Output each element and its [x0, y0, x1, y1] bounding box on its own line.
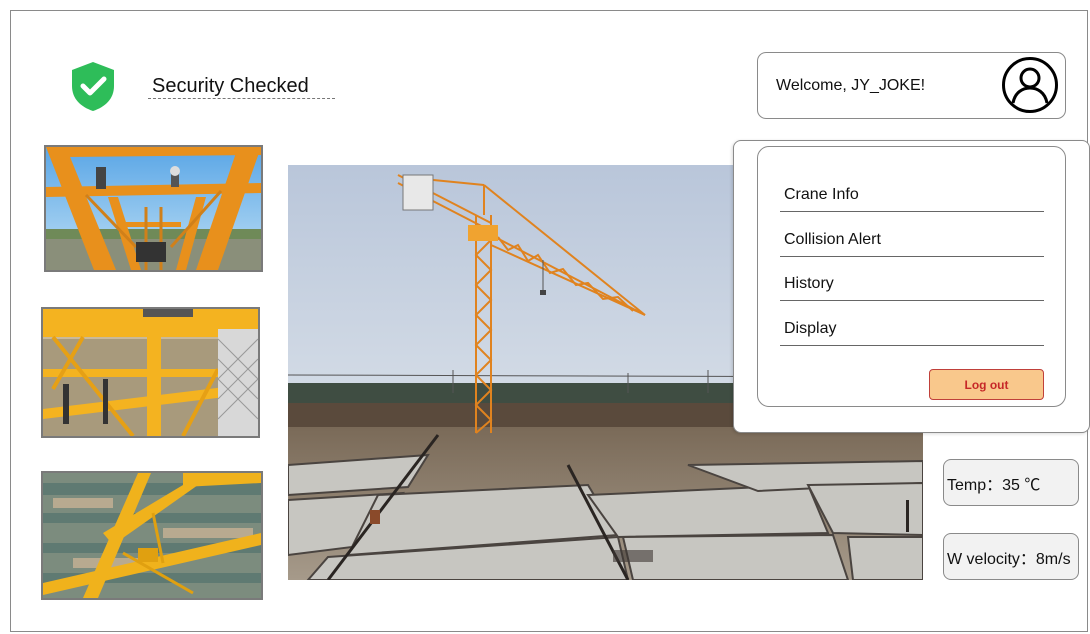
menu-item-display[interactable]: Display — [780, 320, 1044, 346]
logout-button[interactable]: Log out — [929, 369, 1044, 400]
user-welcome-box: Welcome, JY_JOKE! — [757, 52, 1066, 119]
shield-check-icon — [72, 62, 114, 111]
menu-list: Crane Info Collision Alert History Displ… — [757, 146, 1066, 407]
temperature-readout: Temp：35 ℃ — [943, 459, 1079, 506]
camera-thumbnail-2[interactable] — [41, 307, 260, 438]
welcome-text: Welcome, JY_JOKE! — [776, 77, 926, 94]
user-avatar-icon[interactable] — [1001, 56, 1059, 114]
menu-item-history[interactable]: History — [780, 275, 1044, 301]
menu-item-collision-alert[interactable]: Collision Alert — [780, 231, 1044, 257]
camera-thumbnail-3[interactable] — [41, 471, 263, 600]
camera-thumbnail-1[interactable] — [44, 145, 263, 272]
security-status-label: Security Checked — [148, 74, 335, 99]
user-menu-panel: Crane Info Collision Alert History Displ… — [733, 140, 1090, 433]
wind-velocity-readout: W velocity：8m/s — [943, 533, 1079, 580]
menu-item-crane-info[interactable]: Crane Info — [780, 186, 1044, 212]
